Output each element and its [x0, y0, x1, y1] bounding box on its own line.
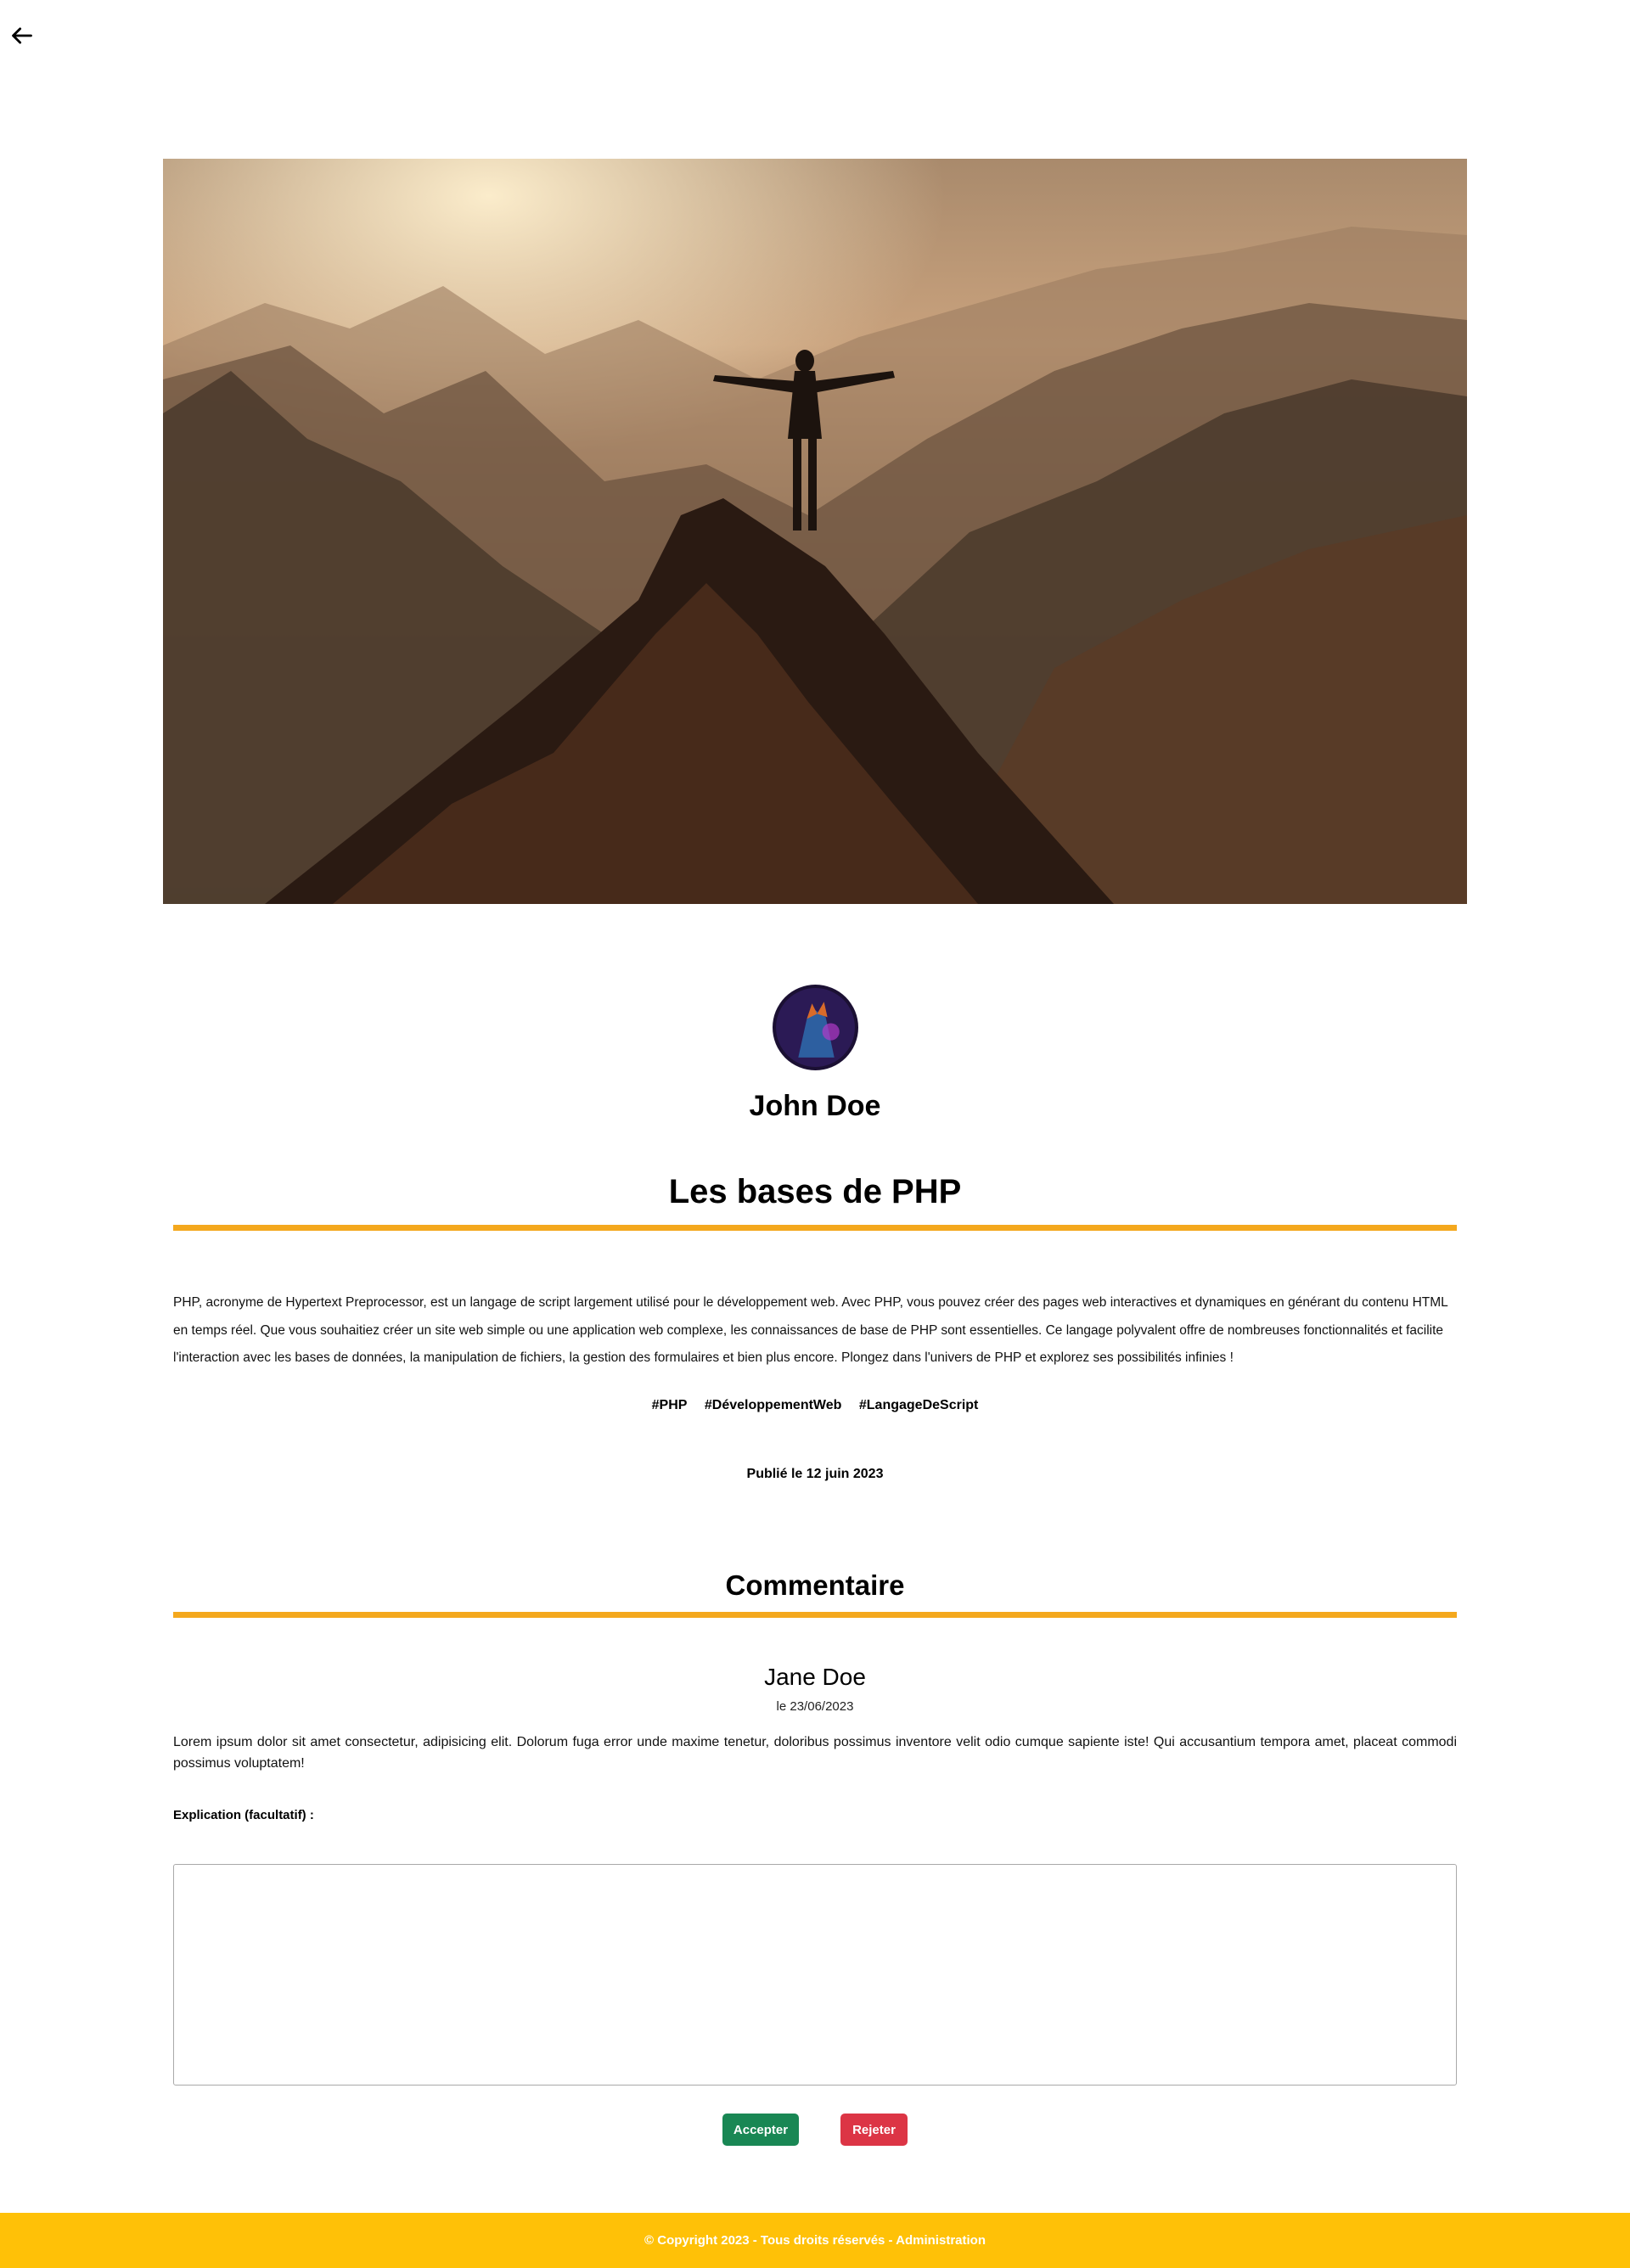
comments-title: Commentaire [725, 1569, 905, 1601]
comment-text: Lorem ipsum dolor sit amet consectetur, … [173, 1735, 1457, 1771]
hero-image [163, 159, 1467, 904]
footer-text: © Copyright 2023 - Tous droits réservés … [644, 2233, 986, 2248]
page-title: Les bases de PHP [668, 1173, 962, 1210]
footer: © Copyright 2023 - Tous droits réservés … [0, 2213, 1630, 2268]
tag-item[interactable]: #PHP [652, 1398, 688, 1412]
accept-button[interactable]: Accepter [722, 2114, 799, 2146]
comment-date: le 23/06/2023 [776, 1699, 854, 1714]
comments-divider [173, 1612, 1457, 1618]
avatar [772, 985, 858, 1070]
comment-author: Jane Doe [764, 1664, 866, 1690]
author-name: John Doe [749, 1090, 881, 1122]
post-body: PHP, acronyme de Hypertext Preprocessor,… [173, 1295, 1448, 1365]
tag-list: #PHP #DéveloppementWeb #LangageDeScript [0, 1398, 1630, 1413]
explanation-label: Explication (facultatif) : [173, 1808, 314, 1822]
author-block: John Doe [0, 985, 1630, 1123]
reject-button[interactable]: Rejeter [840, 2114, 908, 2146]
arrow-left-icon[interactable] [10, 24, 34, 48]
explanation-textarea[interactable] [173, 1864, 1457, 2086]
tag-item[interactable]: #DéveloppementWeb [705, 1398, 842, 1412]
tag-item[interactable]: #LangageDeScript [859, 1398, 978, 1412]
title-divider [173, 1225, 1457, 1231]
published-date: Publié le 12 juin 2023 [746, 1467, 884, 1481]
